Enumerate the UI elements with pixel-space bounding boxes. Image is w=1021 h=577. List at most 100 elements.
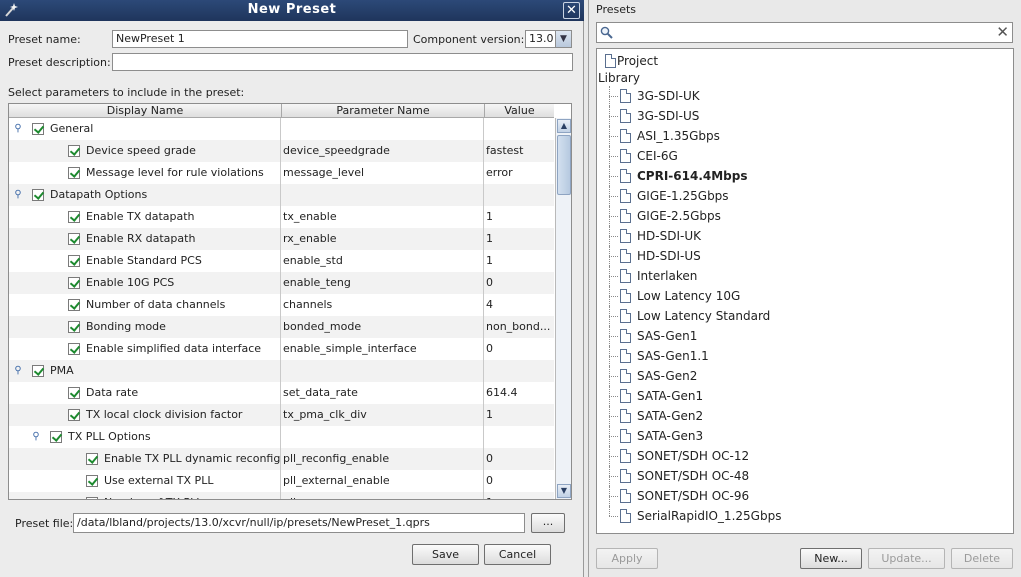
update-button[interactable]: Update...: [868, 548, 945, 569]
document-icon: [620, 469, 631, 483]
include-checkbox[interactable]: [68, 233, 80, 245]
parameter-name-cell: [282, 426, 484, 448]
scroll-thumb[interactable]: [557, 135, 571, 195]
include-checkbox[interactable]: [86, 453, 98, 465]
include-checkbox[interactable]: [68, 277, 80, 289]
tree-item-preset[interactable]: CPRI-614.4Mbps: [597, 166, 1007, 186]
include-checkbox[interactable]: [32, 365, 44, 377]
table-row[interactable]: Enable RX datapath rx_enable 1: [9, 228, 554, 250]
value-cell: non_bond...: [486, 320, 551, 333]
table-row[interactable]: Bonding mode bonded_mode non_bond...: [9, 316, 554, 338]
include-checkbox[interactable]: [68, 255, 80, 267]
tree-item-preset[interactable]: SONET/SDH OC-12: [597, 446, 1007, 466]
twisty-icon[interactable]: ⚲: [13, 123, 23, 135]
include-checkbox[interactable]: [68, 343, 80, 355]
preset-description-input[interactable]: [112, 53, 573, 71]
table-row[interactable]: Enable TX datapath tx_enable 1: [9, 206, 554, 228]
table-group-row[interactable]: ⚲ TX PLL Options: [9, 426, 554, 448]
table-scrollbar[interactable]: ▲ ▼: [555, 118, 571, 499]
tree-item-preset[interactable]: SAS-Gen1.1: [597, 346, 1007, 366]
table-row[interactable]: Device speed grade device_speedgrade faste…: [9, 140, 554, 162]
tree-item-preset[interactable]: GIGE-2.5Gbps: [597, 206, 1007, 226]
table-row[interactable]: Number of data channels channels 4: [9, 294, 554, 316]
table-row[interactable]: TX local clock division factor tx_pma_clk…: [9, 404, 554, 426]
table-row[interactable]: Use external TX PLL pll_external_enable 0: [9, 470, 554, 492]
save-button[interactable]: Save: [412, 544, 479, 565]
tree-item-preset[interactable]: HD-SDI-US: [597, 246, 1007, 266]
tree-item-preset[interactable]: Low Latency Standard: [597, 306, 1007, 326]
tree-item-preset[interactable]: 3G-SDI-UK: [597, 86, 1007, 106]
document-icon: [620, 89, 631, 103]
tree-item-preset[interactable]: SATA-Gen2: [597, 406, 1007, 426]
tree-item-label: Library: [598, 71, 640, 85]
include-checkbox[interactable]: [68, 387, 80, 399]
document-icon: [620, 209, 631, 223]
parameter-name-cell: device_speedgrade: [282, 140, 484, 162]
display-name-cell: Enable 10G PCS: [9, 272, 281, 294]
tree-item-preset[interactable]: SONET/SDH OC-96: [597, 486, 1007, 506]
display-name-text: TX PLL Options: [68, 430, 151, 443]
scroll-up-icon[interactable]: ▲: [557, 119, 571, 133]
include-checkbox[interactable]: [68, 409, 80, 421]
column-header-value[interactable]: Value: [485, 104, 554, 118]
display-name-cell: Enable RX datapath: [9, 228, 281, 250]
tree-item-label: SAS-Gen2: [637, 369, 698, 383]
preset-file-input[interactable]: /data/lbland/projects/13.0/xcvr/null/ip/…: [73, 513, 525, 533]
table-row[interactable]: Enable simplified data interface enable_s…: [9, 338, 554, 360]
include-checkbox[interactable]: [32, 123, 44, 135]
twisty-icon[interactable]: ⚲: [13, 189, 23, 201]
component-version-select[interactable]: 13.0 ▼: [525, 30, 572, 48]
column-header-display-name[interactable]: Display Name: [9, 104, 282, 118]
tree-item-preset[interactable]: SerialRapidIO_1.25Gbps: [597, 506, 1007, 526]
table-row[interactable]: Enable TX PLL dynamic reconfigur...pll_r…: [9, 448, 554, 470]
include-checkbox[interactable]: [86, 497, 98, 499]
tree-item-preset[interactable]: HD-SDI-UK: [597, 226, 1007, 246]
document-icon: [620, 389, 631, 403]
table-group-row[interactable]: ⚲ Datapath Options: [9, 184, 554, 206]
include-checkbox[interactable]: [32, 189, 44, 201]
tree-item-preset[interactable]: CEI-6G: [597, 146, 1007, 166]
table-group-row[interactable]: ⚲ General: [9, 118, 554, 140]
tree-item-preset[interactable]: SONET/SDH OC-48: [597, 466, 1007, 486]
tree-item-preset[interactable]: SAS-Gen2: [597, 366, 1007, 386]
close-icon[interactable]: ✕: [563, 2, 580, 19]
include-checkbox[interactable]: [68, 211, 80, 223]
apply-button[interactable]: Apply: [596, 548, 658, 569]
table-row[interactable]: Enable Standard PCS enable_std 1: [9, 250, 554, 272]
tree-item-preset[interactable]: GIGE-1.25Gbps: [597, 186, 1007, 206]
clear-icon[interactable]: ✕: [996, 24, 1009, 41]
new-preset-button[interactable]: New...: [800, 548, 862, 569]
twisty-icon[interactable]: ⚲: [31, 431, 41, 443]
browse-button[interactable]: ...: [531, 513, 565, 533]
include-checkbox[interactable]: [68, 299, 80, 311]
table-row[interactable]: Number of TX PLLs plls1: [9, 492, 554, 499]
include-checkbox[interactable]: [50, 431, 62, 443]
table-row[interactable]: Enable 10G PCS enable_teng 0: [9, 272, 554, 294]
document-icon: [620, 369, 631, 383]
include-checkbox[interactable]: [86, 475, 98, 487]
tree-item-preset[interactable]: ASI_1.35Gbps: [597, 126, 1007, 146]
include-checkbox[interactable]: [68, 321, 80, 333]
cancel-button[interactable]: Cancel: [484, 544, 551, 565]
column-header-parameter-name[interactable]: Parameter Name: [282, 104, 485, 118]
table-row[interactable]: Data rate set_data_rate 614.4: [9, 382, 554, 404]
twisty-icon[interactable]: ⚲: [13, 365, 23, 377]
tree-item-preset[interactable]: Low Latency 10G: [597, 286, 1007, 306]
tree-item-preset[interactable]: SATA-Gen1: [597, 386, 1007, 406]
tree-connector: [609, 276, 618, 277]
tree-item-preset[interactable]: SAS-Gen1: [597, 326, 1007, 346]
chevron-down-icon[interactable]: ▼: [555, 31, 571, 47]
document-icon: [620, 269, 631, 283]
include-checkbox[interactable]: [68, 167, 80, 179]
include-checkbox[interactable]: [68, 145, 80, 157]
scroll-down-icon[interactable]: ▼: [557, 484, 571, 498]
table-row[interactable]: Message level for rule violations message…: [9, 162, 554, 184]
table-group-row[interactable]: ⚲ PMA: [9, 360, 554, 382]
preset-name-input[interactable]: NewPreset 1: [112, 30, 408, 48]
delete-button[interactable]: Delete: [951, 548, 1013, 569]
tree-item-preset[interactable]: SATA-Gen3: [597, 426, 1007, 446]
tree-item-preset[interactable]: 3G-SDI-US: [597, 106, 1007, 126]
search-input[interactable]: ✕: [596, 22, 1013, 43]
value-cell: 0: [486, 342, 493, 355]
tree-item-preset[interactable]: Interlaken: [597, 266, 1007, 286]
